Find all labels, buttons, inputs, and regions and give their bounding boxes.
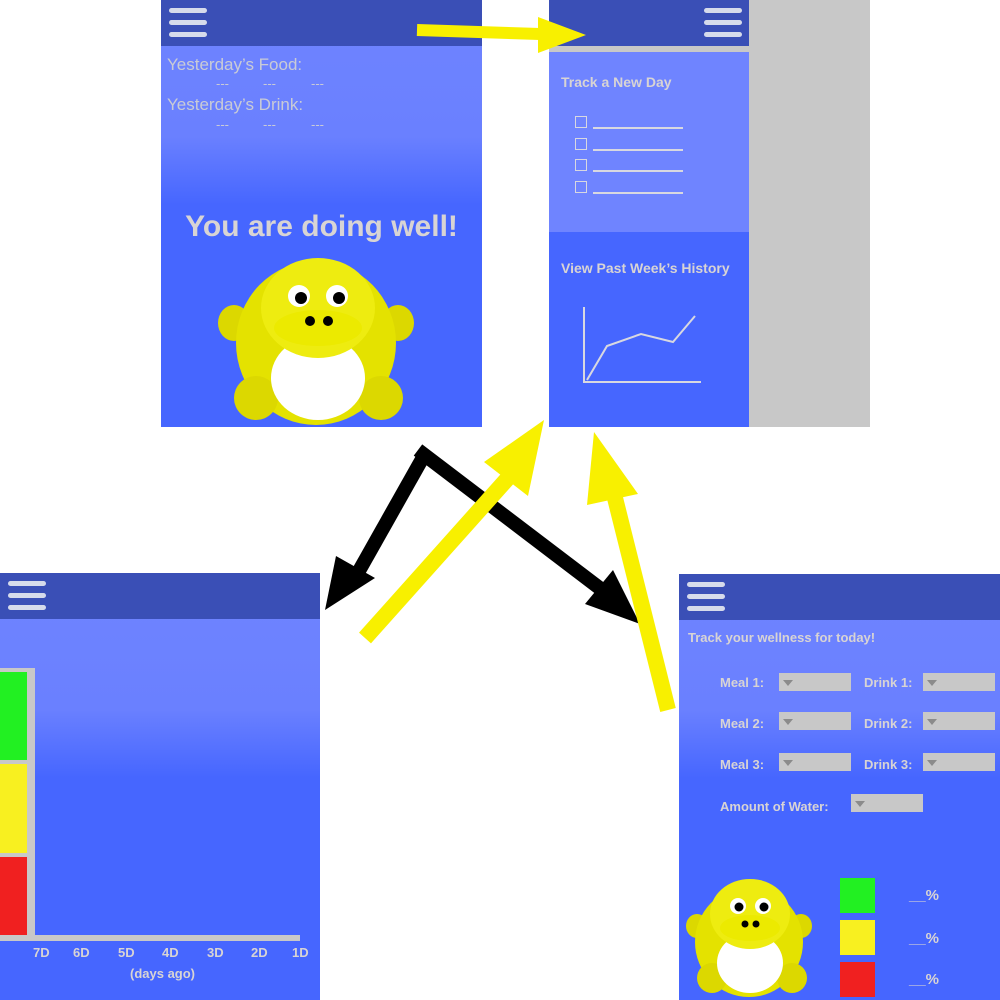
arrow-tracker-to-menu <box>587 432 676 712</box>
arrow-home-to-menu <box>416 17 586 53</box>
flow-arrows <box>325 17 676 712</box>
